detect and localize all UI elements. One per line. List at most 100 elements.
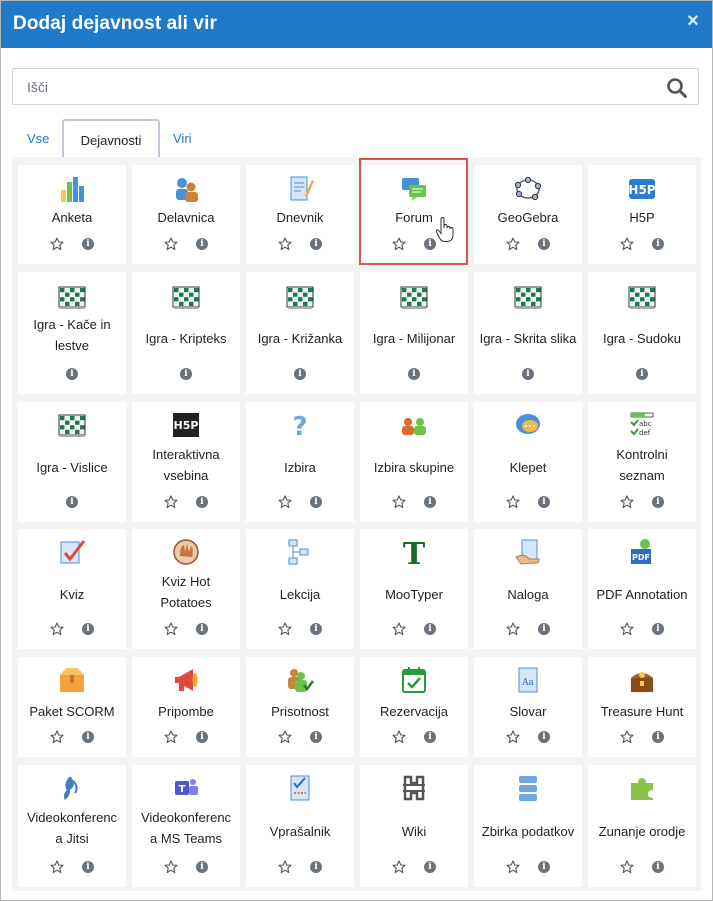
star-icon[interactable]: [278, 860, 292, 874]
activity-card[interactable]: T MooTyper i: [360, 529, 468, 649]
info-icon[interactable]: i: [538, 731, 550, 743]
info-icon[interactable]: i: [652, 238, 664, 250]
info-icon[interactable]: i: [652, 731, 664, 743]
star-icon[interactable]: [620, 860, 634, 874]
star-icon[interactable]: [506, 860, 520, 874]
activity-card[interactable]: Delavnica i: [132, 165, 240, 264]
info-icon[interactable]: i: [424, 861, 436, 873]
star-icon[interactable]: [620, 730, 634, 744]
activity-card[interactable]: Klepet i: [474, 402, 582, 522]
info-icon[interactable]: i: [180, 368, 192, 380]
activity-card[interactable]: Kviz i: [18, 529, 126, 649]
info-icon[interactable]: i: [82, 861, 94, 873]
info-icon[interactable]: i: [538, 238, 550, 250]
tab-vse[interactable]: Vse: [27, 119, 49, 159]
star-icon[interactable]: [392, 860, 406, 874]
info-icon[interactable]: i: [652, 496, 664, 508]
close-icon[interactable]: ×: [686, 11, 700, 31]
info-icon[interactable]: i: [310, 496, 322, 508]
activity-card[interactable]: abc def Kontrolni seznam i: [588, 402, 696, 522]
star-icon[interactable]: [164, 622, 178, 636]
info-icon[interactable]: i: [424, 623, 436, 635]
info-icon[interactable]: i: [196, 861, 208, 873]
star-icon[interactable]: [506, 622, 520, 636]
info-icon[interactable]: i: [522, 368, 534, 380]
star-icon[interactable]: [620, 237, 634, 251]
info-icon[interactable]: i: [294, 368, 306, 380]
activity-card[interactable]: Igra - Kripteks i: [132, 272, 240, 394]
activity-card[interactable]: Zunanje orodje i: [588, 765, 696, 887]
info-icon[interactable]: i: [310, 623, 322, 635]
star-icon[interactable]: [278, 730, 292, 744]
activity-card[interactable]: Treasure Hunt i: [588, 657, 696, 757]
activity-card[interactable]: Naloga i: [474, 529, 582, 649]
info-icon[interactable]: i: [82, 731, 94, 743]
star-icon[interactable]: [620, 495, 634, 509]
star-icon[interactable]: [164, 860, 178, 874]
activity-card[interactable]: Igra - Skrita slika i: [474, 272, 582, 394]
info-icon[interactable]: i: [636, 368, 648, 380]
activity-card[interactable]: Dnevnik i: [246, 165, 354, 264]
info-icon[interactable]: i: [196, 496, 208, 508]
info-icon[interactable]: i: [424, 731, 436, 743]
activity-card[interactable]: Igra - Vislice i: [18, 402, 126, 522]
info-icon[interactable]: i: [82, 238, 94, 250]
activity-card[interactable]: Kviz Hot Potatoes i: [132, 529, 240, 649]
activity-card[interactable]: Igra - Milijonar i: [360, 272, 468, 394]
activity-card[interactable]: Prisotnost i: [246, 657, 354, 757]
star-icon[interactable]: [392, 622, 406, 636]
activity-card[interactable]: GeoGebra i: [474, 165, 582, 264]
info-icon[interactable]: i: [408, 368, 420, 380]
activity-card[interactable]: PDF PDF Annotation i: [588, 529, 696, 649]
star-icon[interactable]: [50, 860, 64, 874]
info-icon[interactable]: i: [196, 238, 208, 250]
search-icon[interactable]: [666, 77, 688, 99]
info-icon[interactable]: i: [310, 861, 322, 873]
activity-card[interactable]: Igra - Sudoku i: [588, 272, 696, 394]
info-icon[interactable]: i: [424, 496, 436, 508]
activity-card[interactable]: Rezervacija i: [360, 657, 468, 757]
info-icon[interactable]: i: [310, 238, 322, 250]
star-icon[interactable]: [506, 730, 520, 744]
star-icon[interactable]: [506, 237, 520, 251]
star-icon[interactable]: [50, 237, 64, 251]
activity-card[interactable]: H5P Interaktivna vsebina i: [132, 402, 240, 522]
activity-card[interactable]: Vprašalnik i: [246, 765, 354, 887]
activity-card[interactable]: ? Izbira i: [246, 402, 354, 522]
info-icon[interactable]: i: [652, 623, 664, 635]
info-icon[interactable]: i: [538, 623, 550, 635]
info-icon[interactable]: i: [196, 731, 208, 743]
info-icon[interactable]: i: [310, 731, 322, 743]
activity-card[interactable]: H5P H5P i: [588, 165, 696, 264]
activity-card[interactable]: Pripombe i: [132, 657, 240, 757]
activity-card[interactable]: Videokonferenc a Jitsi i: [18, 765, 126, 887]
star-icon[interactable]: [506, 495, 520, 509]
info-icon[interactable]: i: [82, 623, 94, 635]
info-icon[interactable]: i: [196, 623, 208, 635]
activity-card[interactable]: T Videokonferenc a MS Teams i: [132, 765, 240, 887]
activity-card[interactable]: Paket SCORM i: [18, 657, 126, 757]
star-icon[interactable]: [278, 237, 292, 251]
star-icon[interactable]: [164, 237, 178, 251]
info-icon[interactable]: i: [66, 496, 78, 508]
info-icon[interactable]: i: [66, 368, 78, 380]
search-input[interactable]: [25, 69, 629, 104]
activity-card[interactable]: Izbira skupine i: [360, 402, 468, 522]
star-icon[interactable]: [50, 730, 64, 744]
activity-card[interactable]: Igra - Kače in lestve i: [18, 272, 126, 394]
activity-card[interactable]: Wiki i: [360, 765, 468, 887]
activity-card[interactable]: Anketa i: [18, 165, 126, 264]
star-icon[interactable]: [620, 622, 634, 636]
info-icon[interactable]: i: [538, 861, 550, 873]
star-icon[interactable]: [278, 495, 292, 509]
activity-card[interactable]: Lekcija i: [246, 529, 354, 649]
tab-dejavnosti[interactable]: Dejavnosti: [62, 119, 160, 159]
star-icon[interactable]: [278, 622, 292, 636]
activity-card[interactable]: Igra - Križanka i: [246, 272, 354, 394]
tab-viri[interactable]: Viri: [173, 119, 192, 159]
info-icon[interactable]: i: [538, 496, 550, 508]
star-icon[interactable]: [164, 730, 178, 744]
star-icon[interactable]: [392, 495, 406, 509]
info-icon[interactable]: i: [652, 861, 664, 873]
star-icon[interactable]: [164, 495, 178, 509]
